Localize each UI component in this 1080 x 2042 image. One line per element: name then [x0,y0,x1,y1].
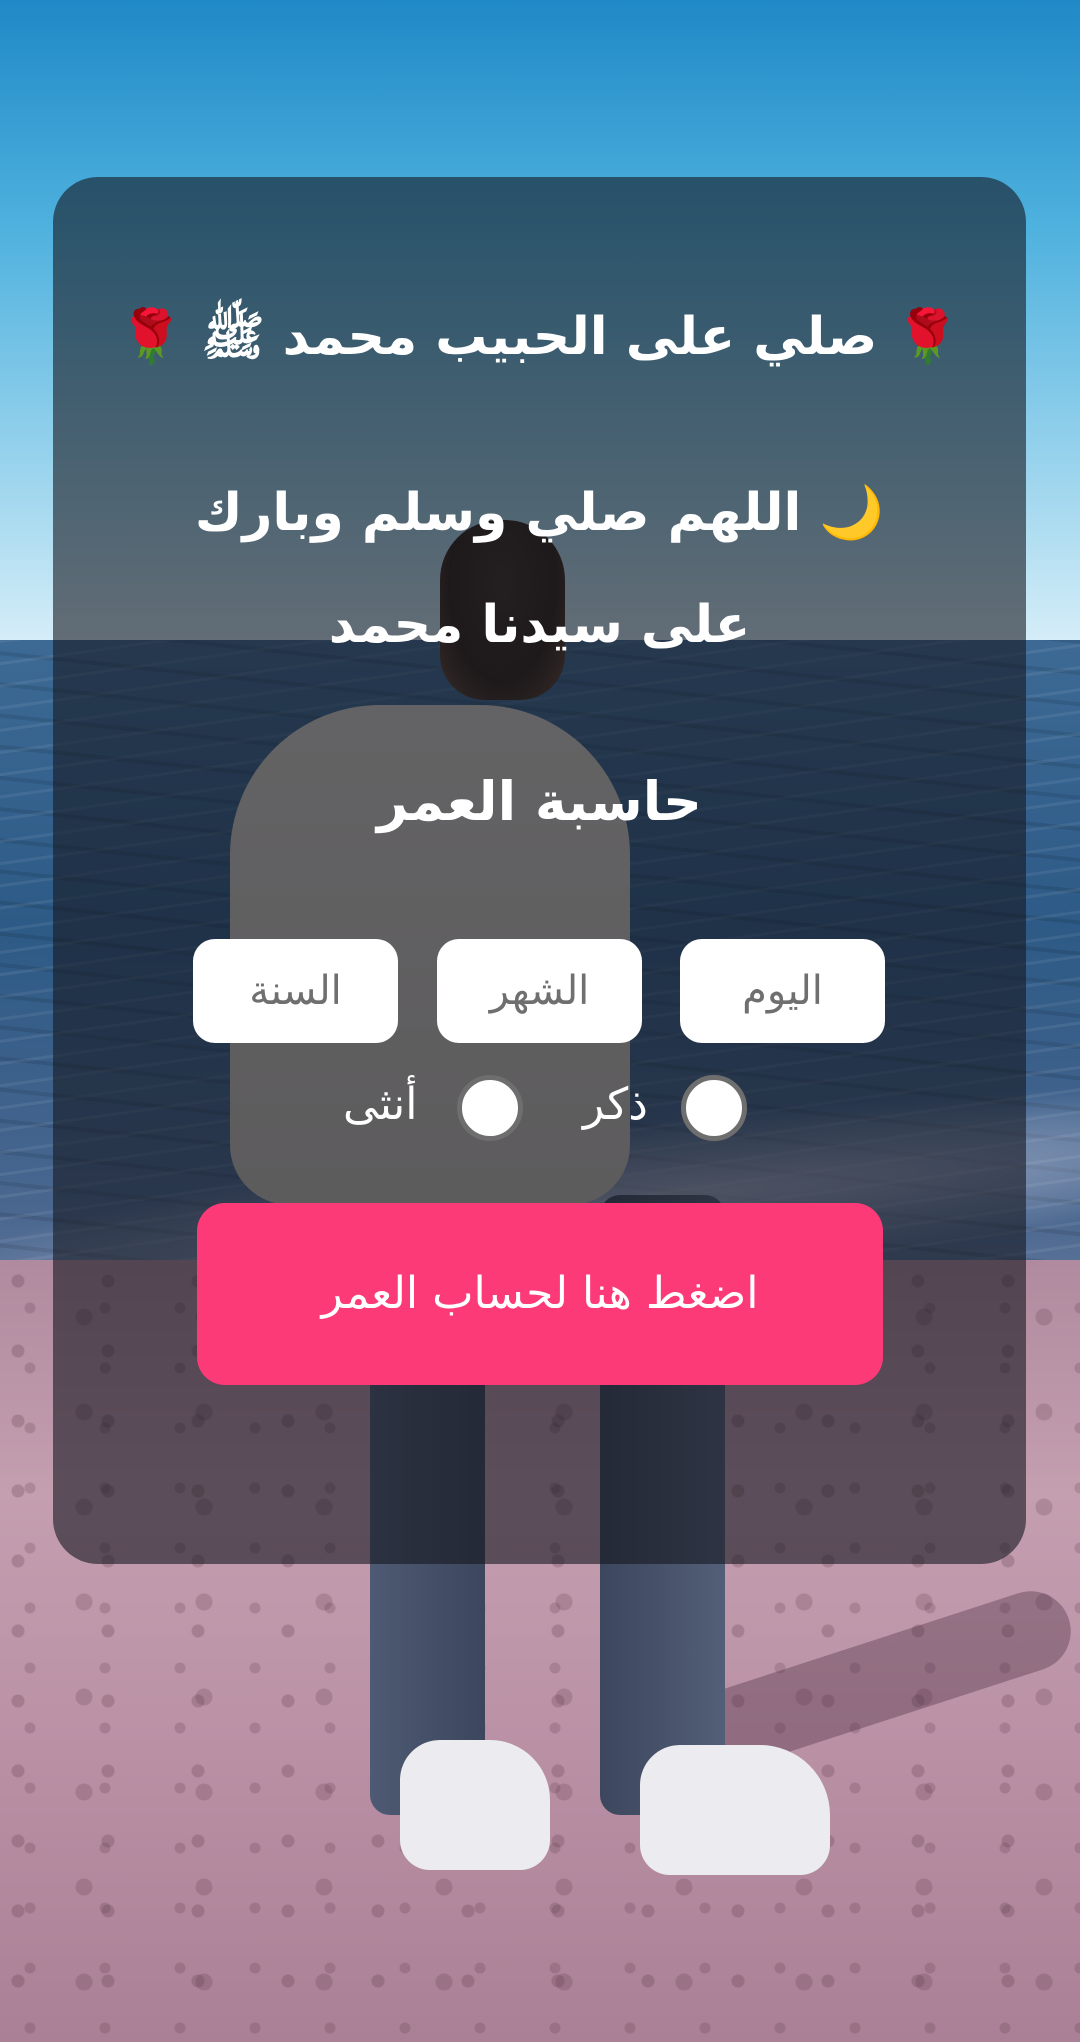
female-radio[interactable] [457,1075,523,1141]
dua-heading: 🌙 اللهم صلي وسلم وبارك على سيدنا محمد [194,483,885,655]
age-calculator-card: 🌹 صلي على الحبيب محمد ﷺ 🌹 🌙 اللهم صلي وس… [53,177,1026,1564]
calculate-age-button[interactable]: اضغط هنا لحساب العمر [197,1203,883,1385]
salawat-heading: 🌹 صلي على الحبيب محمد ﷺ 🌹 [118,307,961,367]
male-label[interactable]: ذكر [583,1079,648,1130]
person-right-shoe [640,1745,830,1875]
birthdate-inputs [193,939,886,1043]
male-radio[interactable] [681,1075,747,1141]
person-left-shoe [400,1740,550,1870]
month-input[interactable] [437,939,642,1043]
gender-selector: ذكر أنثى [53,1075,1026,1145]
page-title: حاسبة العمر [377,770,702,833]
year-input[interactable] [193,939,398,1043]
day-input[interactable] [680,939,885,1043]
female-label[interactable]: أنثى [343,1079,417,1130]
